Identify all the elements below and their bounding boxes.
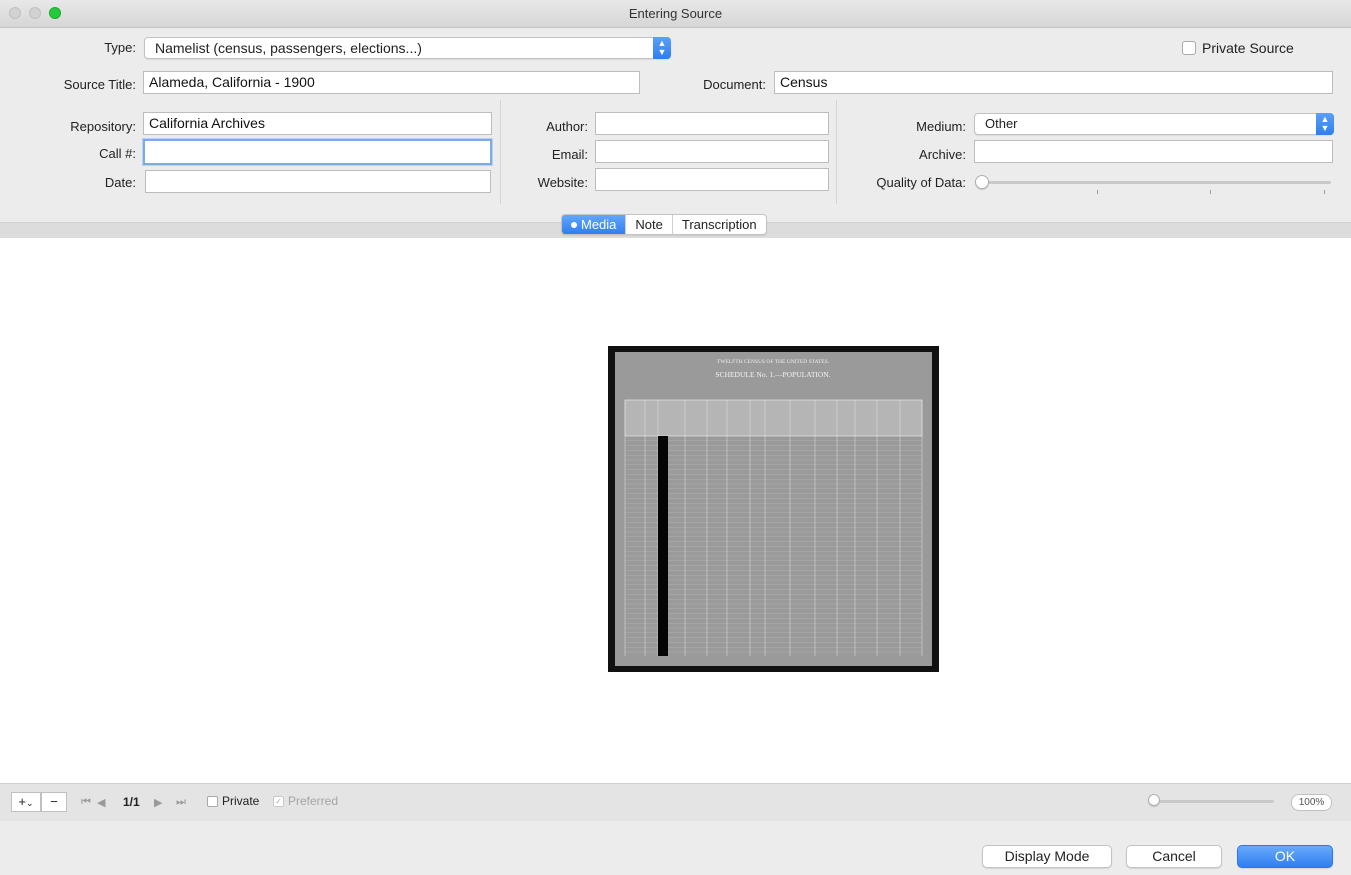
ok-button[interactable]: OK: [1237, 845, 1333, 868]
preferred-checkbox: ✓: [273, 796, 284, 807]
email-field[interactable]: [595, 140, 829, 163]
call-number-label: Call #:: [99, 146, 136, 161]
call-number-field[interactable]: [143, 139, 492, 165]
repository-label: Repository:: [70, 119, 136, 134]
archive-label: Archive:: [919, 147, 966, 162]
add-media-button[interactable]: +⌄: [11, 792, 41, 812]
cancel-button[interactable]: Cancel: [1126, 845, 1222, 868]
medium-value: Other: [985, 116, 1018, 131]
media-viewer: TWELFTH CENSUS OF THE UNITED STATES. SCH…: [0, 238, 1351, 783]
first-page-icon[interactable]: ⏮: [81, 796, 91, 809]
type-label: Type:: [104, 40, 136, 55]
display-mode-button[interactable]: Display Mode: [982, 845, 1112, 868]
repository-field[interactable]: California Archives: [143, 112, 492, 135]
quality-slider-knob[interactable]: [975, 175, 989, 189]
tab-note[interactable]: Note: [626, 215, 673, 234]
census-document-image[interactable]: TWELFTH CENSUS OF THE UNITED STATES. SCH…: [608, 346, 939, 672]
document-subheading: SCHEDULE No. 1.—POPULATION.: [715, 370, 830, 379]
email-label: Email:: [551, 147, 588, 162]
popup-arrows-icon: ▲ ▼: [653, 37, 671, 59]
private-media-label: Private: [222, 794, 260, 808]
last-page-icon[interactable]: ⏭: [176, 796, 186, 809]
medium-label: Medium:: [916, 119, 966, 134]
private-source-label: Private Source: [1202, 40, 1294, 56]
archive-field[interactable]: [974, 140, 1333, 163]
website-label: Website:: [537, 175, 588, 190]
medium-popup[interactable]: Other ▲ ▼: [974, 113, 1334, 135]
source-title-label: Source Title:: [63, 77, 136, 92]
zoom-slider-knob[interactable]: [1148, 794, 1160, 806]
page-counter: 1/1: [123, 795, 140, 809]
previous-page-icon[interactable]: ◀: [97, 796, 105, 809]
type-value: Namelist (census, passengers, elections.…: [155, 40, 422, 56]
private-source-checkbox[interactable]: [1182, 41, 1196, 55]
zoom-level-badge[interactable]: 100%: [1291, 794, 1332, 811]
private-media-checkbox[interactable]: [207, 796, 218, 807]
author-field[interactable]: [595, 112, 829, 135]
tab-media[interactable]: Media: [562, 215, 627, 234]
tab-transcription[interactable]: Transcription: [673, 215, 766, 234]
media-tabs: Media Note Transcription: [561, 214, 767, 235]
active-dot-icon: [571, 222, 577, 228]
source-title-field[interactable]: Alameda, California - 1900: [143, 71, 640, 94]
remove-media-button[interactable]: −: [41, 792, 67, 812]
next-page-icon[interactable]: ▶: [154, 796, 162, 809]
document-field[interactable]: Census: [774, 71, 1333, 94]
chevron-down-icon: ⌄: [26, 798, 34, 808]
quality-of-data-label: Quality of Data:: [876, 175, 966, 190]
type-popup[interactable]: Namelist (census, passengers, elections.…: [144, 37, 671, 59]
window-titlebar: Entering Source: [0, 0, 1351, 28]
author-label: Author:: [546, 119, 588, 134]
document-heading: TWELFTH CENSUS OF THE UNITED STATES.: [717, 359, 830, 365]
window-title: Entering Source: [628, 6, 723, 21]
popup-arrows-icon: ▲ ▼: [1316, 113, 1334, 135]
date-field[interactable]: [145, 170, 491, 193]
website-field[interactable]: [595, 168, 829, 191]
date-label: Date:: [104, 175, 136, 190]
document-label: Document:: [703, 77, 766, 92]
preferred-label: Preferred: [288, 794, 339, 808]
column-divider: [836, 100, 837, 204]
